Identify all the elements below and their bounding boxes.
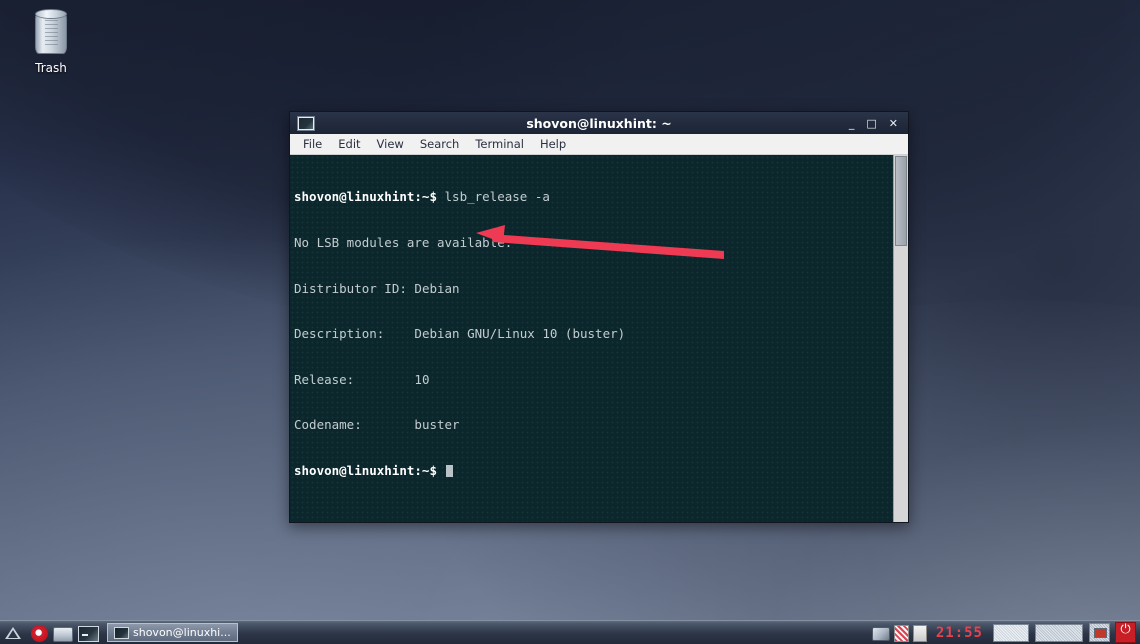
terminal-output-text: Release: 10 bbox=[294, 371, 430, 387]
desktop[interactable]: Trash shovon@linuxhint: ~ _ □ ✕ File Edi… bbox=[0, 0, 1140, 644]
window-title: shovon@linuxhint: ~ bbox=[526, 115, 672, 131]
taskbar[interactable]: shovon@linuxhi... 21:55 bbox=[0, 620, 1140, 644]
terminal-scrollbar[interactable] bbox=[893, 155, 908, 522]
terminal-line: Description: Debian GNU/Linux 10 (buster… bbox=[294, 326, 893, 341]
terminal-line: shovon@linuxhint:~$ lsb_release -a bbox=[294, 189, 893, 204]
paper-icon[interactable] bbox=[912, 625, 927, 642]
menu-item-help[interactable]: Help bbox=[532, 135, 574, 153]
terminal-output-text: Distributor ID: Debian bbox=[294, 280, 460, 296]
terminal-line: Distributor ID: Debian bbox=[294, 281, 893, 296]
menu-item-search[interactable]: Search bbox=[412, 135, 468, 153]
terminal-output-text: Codename: buster bbox=[294, 417, 460, 433]
terminal-line: Codename: buster bbox=[294, 417, 893, 432]
terminal-cursor bbox=[445, 464, 453, 477]
terminal-output-text: Description: Debian GNU/Linux 10 (buster… bbox=[294, 326, 626, 342]
trash-icon bbox=[35, 9, 67, 54]
menu-item-edit[interactable]: Edit bbox=[330, 135, 368, 153]
clipboard-icon[interactable] bbox=[893, 625, 909, 642]
pager-icon[interactable] bbox=[993, 623, 1029, 642]
terminal-line: shovon@linuxhint:~$ bbox=[294, 463, 893, 478]
menu-item-view[interactable]: View bbox=[369, 135, 412, 153]
window-controls: _ □ ✕ bbox=[849, 118, 904, 129]
terminal-line: Release: 10 bbox=[294, 372, 893, 387]
folder-icon[interactable] bbox=[53, 626, 73, 642]
window-button-list: shovon@linuxhi... bbox=[107, 623, 238, 642]
menu-bar: File Edit View Search Terminal Help bbox=[290, 134, 908, 155]
window-titlebar[interactable]: shovon@linuxhint: ~ _ □ ✕ bbox=[290, 112, 908, 134]
terminal-prompt: shovon@linuxhint:~$ bbox=[294, 462, 445, 478]
clock[interactable]: 21:55 bbox=[929, 625, 990, 641]
menu-icon[interactable] bbox=[3, 623, 25, 643]
desktop-icon-trash[interactable]: Trash bbox=[18, 9, 84, 75]
menu-item-terminal[interactable]: Terminal bbox=[467, 135, 532, 153]
minimize-button[interactable]: _ bbox=[849, 118, 855, 129]
maximize-button[interactable]: □ bbox=[866, 118, 876, 129]
terminal-window[interactable]: shovon@linuxhint: ~ _ □ ✕ File Edit View… bbox=[289, 111, 909, 523]
trash-icon-lines bbox=[45, 20, 58, 48]
taskbar-window-label: shovon@linuxhi... bbox=[133, 626, 231, 639]
desktop-icon-label: Trash bbox=[35, 61, 67, 75]
terminal-body-wrapper: shovon@linuxhint:~$ lsb_release -a No LS… bbox=[290, 155, 908, 522]
terminal-output-text: No LSB modules are available. bbox=[294, 235, 513, 250]
terminal-icon[interactable] bbox=[78, 626, 99, 642]
scrollbar-thumb[interactable] bbox=[895, 156, 907, 246]
terminal-prompt: shovon@linuxhint:~$ bbox=[294, 189, 445, 205]
terminal-output[interactable]: shovon@linuxhint:~$ lsb_release -a No LS… bbox=[290, 155, 893, 522]
terminal-icon bbox=[297, 115, 315, 131]
menu-item-file[interactable]: File bbox=[295, 135, 330, 153]
terminal-line: No LSB modules are available. bbox=[294, 235, 893, 250]
system-tray: 21:55 bbox=[870, 621, 1140, 644]
terminal-icon bbox=[114, 626, 129, 639]
terminal-command: lsb_release -a bbox=[444, 189, 550, 205]
debian-swirl-icon[interactable] bbox=[31, 624, 48, 642]
network-icon[interactable] bbox=[871, 627, 890, 641]
pager-icon[interactable] bbox=[1035, 623, 1083, 642]
display-icon[interactable] bbox=[1089, 623, 1110, 642]
power-icon[interactable] bbox=[1115, 622, 1136, 643]
close-button[interactable]: ✕ bbox=[889, 118, 898, 129]
taskbar-window-button[interactable]: shovon@linuxhi... bbox=[107, 623, 238, 642]
